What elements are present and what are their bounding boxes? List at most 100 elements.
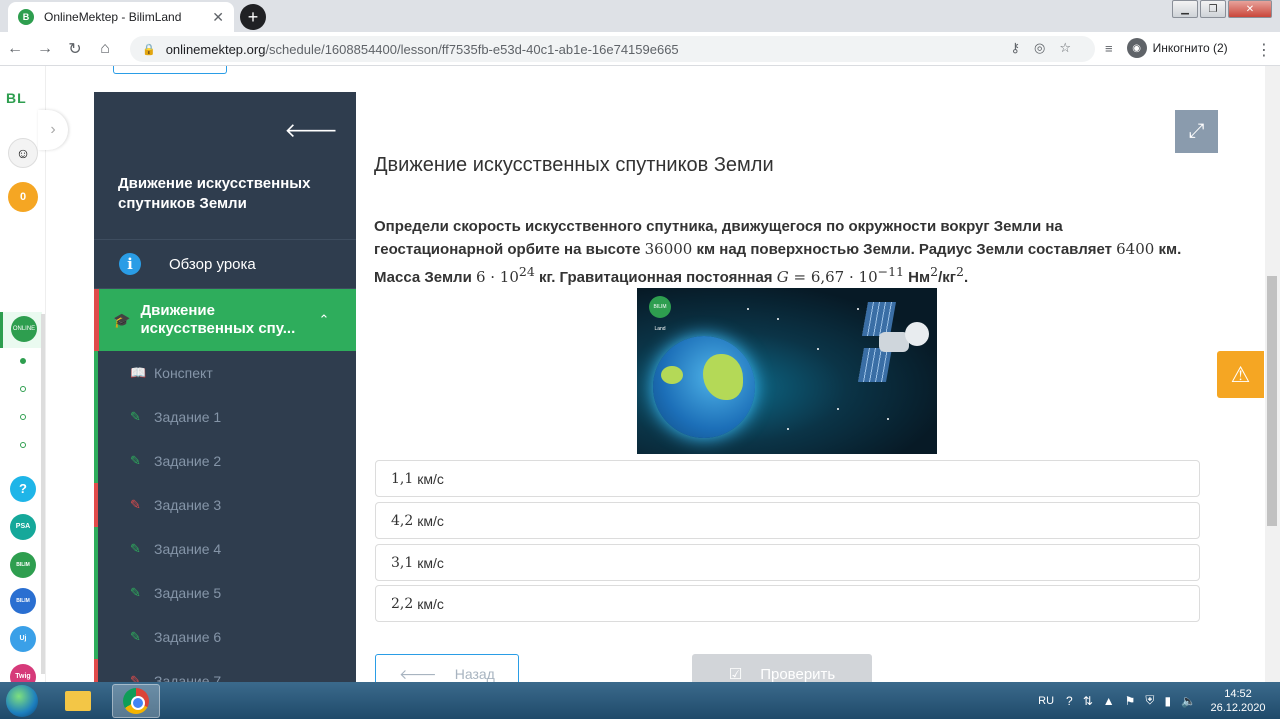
- chrome-icon: [123, 687, 149, 714]
- top-partial-button[interactable]: [113, 66, 227, 74]
- sidebar-item-task-6[interactable]: ✎ Задание 6: [94, 615, 356, 659]
- warning-report-icon[interactable]: ⚠: [1217, 351, 1264, 398]
- avatar[interactable]: ☺: [8, 138, 38, 168]
- sidebar-item-label: Задание 4: [154, 541, 222, 557]
- incognito-indicator[interactable]: ≡ ◉ Инкогнито (2): [1105, 38, 1228, 58]
- question-number: = 6,67 · 10: [788, 268, 878, 286]
- taskbar-explorer[interactable]: [54, 684, 102, 718]
- check-button[interactable]: ☑ Проверить: [692, 654, 872, 682]
- answer-value: 2,2: [391, 595, 414, 612]
- question-unit: /кг: [938, 269, 957, 286]
- bilimland-logo[interactable]: BL: [6, 90, 27, 106]
- edit-icon: ✎: [130, 541, 141, 556]
- system-clock[interactable]: 14:52 26.12.2020: [1206, 687, 1270, 715]
- sidebar-section-current[interactable]: 🎓 Движение искусственных спу... ⌃: [94, 289, 356, 351]
- answer-value: 4,2: [391, 512, 414, 529]
- security-icon[interactable]: ⛨: [1145, 693, 1154, 708]
- volume-icon[interactable]: 🔈: [1181, 694, 1196, 708]
- network-icon[interactable]: ⇅: [1083, 694, 1093, 708]
- help-icon[interactable]: ?: [10, 476, 36, 502]
- answer-option[interactable]: 2,2 км/с: [375, 585, 1200, 622]
- close-window-button[interactable]: ✕: [1228, 0, 1272, 18]
- bilimbook-app-icon[interactable]: BILIM Book: [10, 588, 36, 630]
- psa-app-icon[interactable]: PSA: [10, 514, 36, 540]
- sidebar-item-label: Задание 7: [154, 673, 222, 682]
- signal-icon[interactable]: ▮: [1164, 694, 1171, 708]
- question-unit: Нм: [904, 269, 931, 286]
- new-tab-button[interactable]: +: [240, 4, 266, 30]
- scrollbar-thumb[interactable]: [1267, 276, 1277, 526]
- edit-icon: ✎: [130, 453, 141, 468]
- sidebar-item-task-2[interactable]: ✎ Задание 2: [94, 439, 356, 483]
- question-text: Определи скорость искусственного спутник…: [374, 216, 1194, 289]
- maximize-button[interactable]: ❐: [1200, 0, 1226, 18]
- browser-menu-icon[interactable]: ⋮: [1256, 40, 1272, 60]
- page-scrollbar[interactable]: [1265, 66, 1280, 682]
- sidebar-item-task-4[interactable]: ✎ Задание 4: [94, 527, 356, 571]
- help-icon[interactable]: ?: [1066, 694, 1073, 708]
- question-symbol: G: [776, 268, 789, 286]
- answer-option[interactable]: 1,1 км/с: [375, 460, 1200, 497]
- earth-icon: [653, 336, 755, 438]
- rail-dot[interactable]: [20, 442, 26, 448]
- minimize-button[interactable]: ▁: [1172, 0, 1198, 18]
- question-exponent: 2: [930, 264, 939, 279]
- address-bar[interactable]: 🔒 onlinemektep.org/schedule/1608854400/l…: [130, 36, 1095, 62]
- forward-arrow-icon[interactable]: →: [30, 40, 60, 58]
- flag-icon[interactable]: ⚑: [1125, 694, 1136, 708]
- rail-dot[interactable]: [20, 386, 26, 392]
- chevron-up-icon[interactable]: ⌃: [318, 312, 329, 328]
- edit-icon: ✎: [130, 585, 141, 600]
- uj-app-icon[interactable]: Uj: [10, 626, 36, 652]
- start-button[interactable]: [0, 683, 44, 719]
- tray-expand-icon[interactable]: ▲: [1103, 694, 1115, 708]
- answer-option[interactable]: 3,1 км/с: [375, 544, 1200, 581]
- windows-logo-icon: [6, 684, 38, 717]
- edit-icon: ✎: [130, 497, 141, 512]
- back-button[interactable]: 🡐 Назад: [375, 654, 519, 682]
- question-part: .: [963, 269, 969, 286]
- rail-scrollbar[interactable]: [41, 314, 45, 674]
- sidebar-item-label: Задание 1: [154, 409, 222, 425]
- sidebar-item-label: Задание 2: [154, 453, 222, 469]
- sidebar-item-task-7[interactable]: ✎ Задание 7: [94, 659, 356, 682]
- question-number: 6 · 10: [475, 268, 519, 286]
- question-exponent: 24: [518, 264, 535, 279]
- sidebar-lesson-title: Движение искусственных спутников Земли: [118, 175, 311, 212]
- sidebar-item-overview[interactable]: i Обзор урока: [94, 239, 356, 289]
- omnibox-actions[interactable]: ⚷◎☆: [1010, 40, 1085, 56]
- sidebar-item-task-1[interactable]: ✎ Задание 1: [94, 395, 356, 439]
- answer-value: 1,1: [391, 470, 414, 487]
- browser-tab-bar: B OnlineMektep - BilimLand ✕ + ▁ ❐ ✕: [0, 0, 1280, 32]
- close-tab-icon[interactable]: ✕: [212, 9, 224, 26]
- folder-icon: [65, 690, 91, 711]
- back-arrow-icon[interactable]: ←: [0, 40, 30, 58]
- answer-unit: км/с: [417, 512, 444, 529]
- rail-dot[interactable]: [20, 414, 26, 420]
- sidebar-item-konspekt[interactable]: 📖 Конспект: [94, 351, 356, 395]
- language-indicator[interactable]: RU: [1038, 695, 1054, 707]
- coins-badge[interactable]: 0: [8, 182, 38, 212]
- reload-icon[interactable]: ↻: [60, 39, 90, 59]
- bilimland-app-icon[interactable]: BILIM Land: [10, 552, 36, 594]
- page-content: BL ☺ 0 ONLINE MEKTEP ? PSA BILIM Land BI…: [0, 66, 1280, 682]
- rail-expand-chevron-icon[interactable]: ›: [38, 110, 68, 150]
- fullscreen-expand-icon[interactable]: ⤢: [1175, 110, 1218, 153]
- lock-icon: 🔒: [142, 43, 156, 56]
- sidebar-item-task-5[interactable]: ✎ Задание 5: [94, 571, 356, 615]
- question-exponent: −11: [877, 264, 905, 279]
- sidebar-item-task-3[interactable]: ✎ Задание 3: [94, 483, 356, 527]
- taskbar-chrome[interactable]: [112, 683, 160, 718]
- left-rail: BL ☺ 0 ONLINE MEKTEP ? PSA BILIM Land BI…: [0, 66, 46, 682]
- answer-option[interactable]: 4,2 км/с: [375, 502, 1200, 539]
- sidebar-section-label: Движение искусственных спу...: [140, 302, 296, 337]
- back-arrow-icon[interactable]: 🡐: [284, 118, 338, 143]
- answer-value: 3,1: [391, 554, 414, 571]
- reading-list-icon[interactable]: ≡: [1105, 41, 1113, 56]
- edit-icon: ✎: [130, 673, 141, 682]
- onlinemektep-app-icon[interactable]: ONLINE MEKTEP: [11, 316, 37, 358]
- home-icon[interactable]: ⌂: [90, 40, 120, 58]
- twig-app-icon[interactable]: Twig: [10, 664, 36, 682]
- browser-tab[interactable]: B OnlineMektep - BilimLand ✕: [8, 2, 234, 32]
- rail-dot-active[interactable]: [20, 358, 26, 364]
